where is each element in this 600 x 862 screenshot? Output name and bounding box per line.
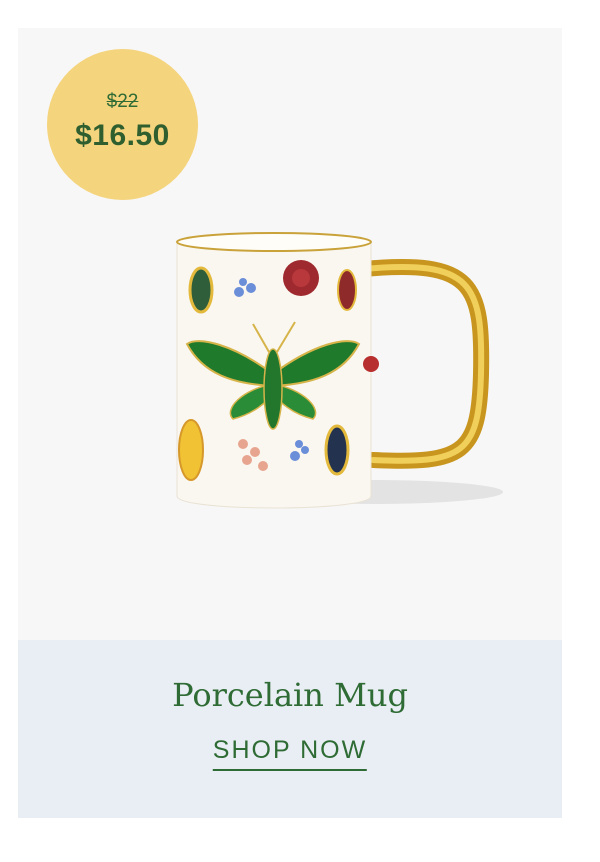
product-info-panel: Porcelain Mug SHOP NOW <box>18 640 562 818</box>
original-price: $22 <box>106 91 139 112</box>
sale-price-badge: $22 $16.50 <box>47 49 198 200</box>
shop-now-link[interactable]: SHOP NOW <box>212 736 368 771</box>
product-card[interactable]: $22 $16.50 Porcelain Mug SHOP NOW <box>18 28 562 818</box>
product-title[interactable]: Porcelain Mug <box>18 676 562 714</box>
sale-price: $16.50 <box>75 119 170 152</box>
product-image[interactable] <box>173 224 513 524</box>
product-image-area[interactable]: $22 $16.50 <box>18 28 562 640</box>
